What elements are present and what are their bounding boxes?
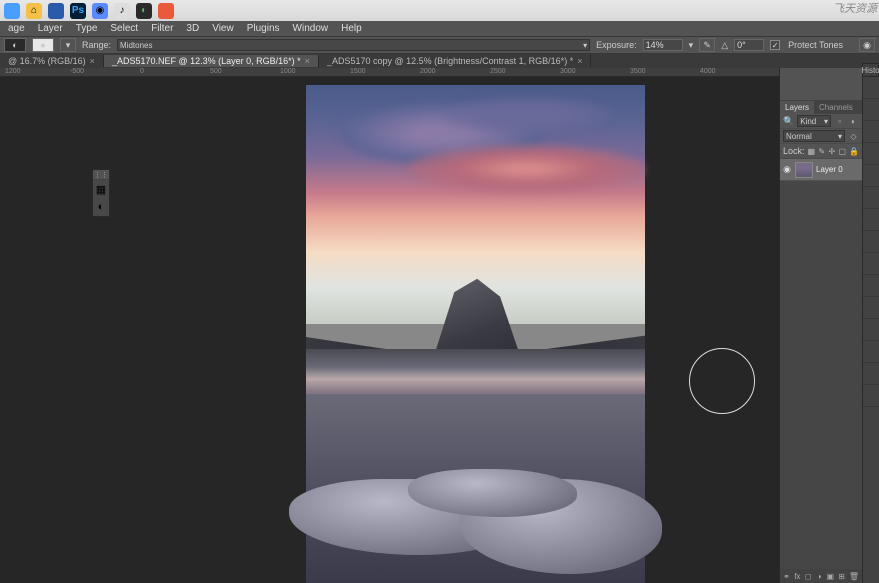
protect-tones-checkbox[interactable]: ✓ [770, 40, 780, 50]
dodge-tool-icon[interactable]: ◐ [4, 38, 26, 52]
close-icon[interactable]: × [305, 56, 310, 66]
menu-plugins[interactable]: Plugins [241, 22, 286, 35]
tool-icon-1[interactable]: ▦ [93, 180, 109, 198]
app-icon-8[interactable] [158, 3, 174, 19]
filter-icon-1[interactable]: ▫ [834, 116, 845, 127]
search-icon[interactable]: 🔍 [783, 116, 794, 127]
brush-preset[interactable]: ● [32, 38, 54, 52]
histogram-tab[interactable]: Histo [862, 63, 879, 77]
doc-tab-2[interactable]: _ADS5170.NEF @ 12.3% (Layer 0, RGB/16*) … [104, 55, 319, 67]
layers-tab[interactable]: Layers [780, 101, 814, 114]
os-titlebar: ⌂ Ps ◉ ♪ ◐ 飞天资源 [0, 0, 879, 21]
app-icon-5[interactable]: ◉ [92, 3, 108, 19]
lock-move-icon[interactable]: ✢ [828, 146, 835, 157]
menu-3d[interactable]: 3D [180, 22, 205, 35]
range-label: Range: [82, 40, 111, 50]
close-icon[interactable]: × [90, 56, 95, 66]
close-icon[interactable]: × [577, 56, 582, 66]
image-foreground [306, 394, 645, 583]
document-tabs: @ 16.7% (RGB/16)× _ADS5170.NEF @ 12.3% (… [0, 54, 879, 68]
panels-dock: Layers Channels 🔍 Kind▾ ▫ ◐ Normal▾ ◇ Lo… [779, 68, 862, 583]
menu-type[interactable]: Type [70, 22, 104, 35]
collapsed-panel-strip[interactable] [862, 77, 879, 583]
blend-mode-row: Normal▾ ◇ [780, 129, 862, 144]
lock-all-icon[interactable]: 🔒 [849, 146, 859, 157]
layer-thumbnail[interactable] [795, 162, 813, 178]
visibility-icon[interactable]: ◉ [782, 165, 792, 175]
toolbar-grip[interactable]: ⋮⋮ [93, 170, 109, 180]
app-icon-2[interactable]: ⌂ [26, 3, 42, 19]
pressure-icon[interactable]: ◉ [859, 38, 875, 52]
lock-artboard-icon[interactable]: ▢ [838, 146, 846, 157]
layer-name[interactable]: Layer 0 [816, 165, 843, 174]
tool-icon-2[interactable]: ◐ [93, 198, 109, 216]
document-canvas[interactable] [306, 85, 645, 583]
airbrush-icon[interactable]: ✎ [699, 38, 715, 52]
opacity-icon[interactable]: ◇ [848, 131, 859, 142]
filter-toggle[interactable]: ◐ [848, 116, 859, 127]
canvas-workspace[interactable]: ⋮⋮ ▦ ◐ [0, 77, 779, 583]
lock-position-icon[interactable]: ✎ [818, 146, 825, 157]
lock-row: Lock: ▦ ✎ ✢ ▢ 🔒 [780, 144, 862, 159]
floating-toolbar[interactable]: ⋮⋮ ▦ ◐ [92, 169, 110, 217]
watermark: 飞天资源 [833, 0, 877, 16]
app-icon-6[interactable]: ♪ [114, 3, 130, 19]
doc-tab-1[interactable]: @ 16.7% (RGB/16)× [0, 55, 104, 67]
adjustment-layer-icon[interactable]: ◑ [816, 571, 823, 581]
new-layer-icon[interactable]: ⊞ [838, 571, 845, 581]
range-select[interactable]: Midtones▾ [117, 39, 590, 51]
layer-item[interactable]: ◉ Layer 0 [780, 159, 862, 181]
app-icon-1[interactable] [4, 3, 20, 19]
menu-window[interactable]: Window [287, 22, 335, 35]
steam-icon[interactable]: ◐ [136, 3, 152, 19]
group-icon[interactable]: ▣ [827, 571, 835, 581]
menu-image[interactable]: age [2, 22, 31, 35]
brush-cursor [689, 348, 755, 414]
lock-label: Lock: [783, 146, 805, 156]
link-layers-icon[interactable]: ⚭ [783, 571, 790, 581]
exposure-input[interactable] [643, 39, 683, 51]
menu-layer[interactable]: Layer [32, 22, 69, 35]
doc-tab-3[interactable]: _ADS5170 copy @ 12.5% (Brightness/Contra… [319, 55, 592, 67]
layers-footer: ⚭ fx ◻ ◑ ▣ ⊞ 🗑 [780, 569, 862, 583]
angle-icon: △ [721, 40, 728, 51]
channels-tab[interactable]: Channels [814, 101, 858, 114]
protect-tones-label: Protect Tones [788, 40, 843, 50]
tool-options-bar: ◐ ● ▾ Range: Midtones▾ Exposure: ▾ ✎ △ ✓… [0, 36, 879, 54]
layer-style-icon[interactable]: fx [794, 571, 801, 581]
exposure-label: Exposure: [596, 40, 637, 50]
main-menubar: age Layer Type Select Filter 3D View Plu… [0, 21, 879, 36]
panel-tabs: Layers Channels [780, 100, 862, 114]
app-icon-3[interactable] [48, 3, 64, 19]
horizontal-ruler: 1200 -500 0 500 1000 1500 2000 2500 3000… [0, 68, 879, 77]
menu-view[interactable]: View [206, 22, 240, 35]
brush-settings-icon[interactable]: ▾ [60, 38, 76, 52]
menu-select[interactable]: Select [104, 22, 144, 35]
menu-help[interactable]: Help [335, 22, 368, 35]
photoshop-icon[interactable]: Ps [70, 3, 86, 19]
kind-filter[interactable]: Kind▾ [797, 115, 831, 127]
exposure-dropdown[interactable]: ▾ [689, 40, 694, 51]
blend-mode-select[interactable]: Normal▾ [783, 130, 845, 142]
menu-filter[interactable]: Filter [145, 22, 179, 35]
lock-pixels-icon[interactable]: ▦ [808, 146, 816, 157]
layer-list: ◉ Layer 0 [780, 159, 862, 569]
delete-layer-icon[interactable]: 🗑 [849, 571, 859, 581]
layer-filter-row: 🔍 Kind▾ ▫ ◐ [780, 114, 862, 129]
layer-mask-icon[interactable]: ◻ [805, 571, 812, 581]
angle-input[interactable] [734, 39, 764, 51]
